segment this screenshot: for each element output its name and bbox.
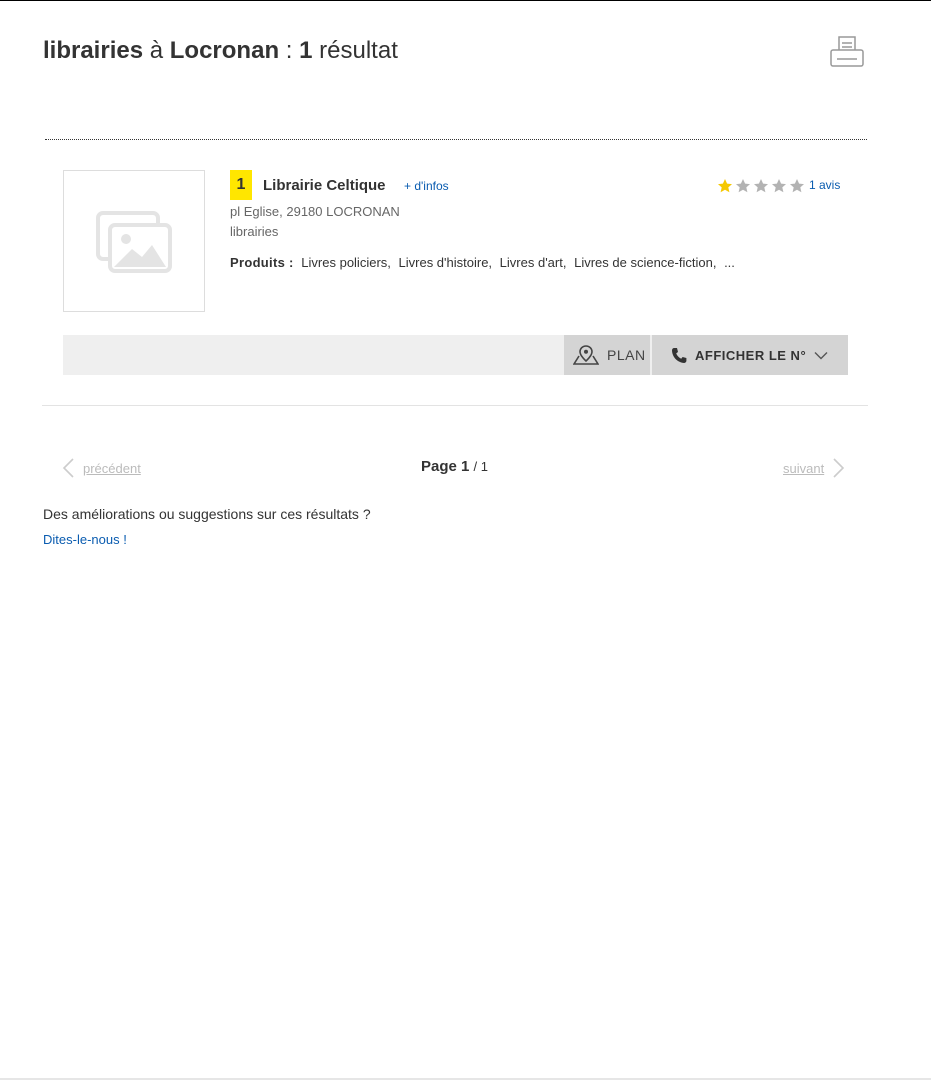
page-title: librairies à Locronan : 1 résultat [43,34,398,68]
result-rank-badge: 1 [230,170,252,200]
map-pin-icon [573,345,599,365]
page-indicator: Page 1 / 1 [421,458,488,475]
chevron-left-icon [62,458,74,478]
show-phone-button[interactable]: AFFICHER LE N° [652,335,848,375]
result-thumbnail[interactable] [63,170,205,312]
print-icon [830,36,864,67]
page-word: Page [421,458,457,475]
star-icon [789,178,805,194]
next-page-link[interactable]: suivant [783,458,845,478]
business-address: pl Eglise, 29180 LOCRONAN [230,204,400,219]
products-label: Produits : [230,255,294,270]
product-item: Livres d'art, [499,255,567,270]
feedback-question: Des améliorations ou suggestions sur ces… [43,506,371,522]
image-placeholder-icon [96,211,172,273]
rating-stars [717,178,805,194]
product-item: Livres policiers, [301,255,391,270]
dotted-divider [45,139,867,140]
more-info-link[interactable]: + d'infos [404,179,449,193]
title-count: 1 [299,37,313,64]
title-preposition: à [149,37,164,64]
plan-label: PLAN [607,347,646,363]
chevron-down-icon [814,351,828,359]
product-item: Livres d'histoire, [398,255,493,270]
previous-page-link[interactable]: précédent [62,458,141,478]
title-location: Locronan [169,37,280,64]
feedback-link[interactable]: Dites-le-nous ! [43,532,127,547]
title-separator: : [285,37,293,64]
business-category: librairies [230,224,279,239]
show-phone-label: AFFICHER LE N° [695,347,807,363]
business-name-link[interactable]: Librairie Celtique [263,177,386,194]
previous-label: précédent [83,460,141,476]
products-line: Produits : Livres policiers, Livres d'hi… [230,255,735,270]
total-pages: / 1 [473,459,489,474]
reviews-link[interactable]: 1 avis [809,178,840,192]
phone-icon [672,347,687,363]
top-border [0,0,931,1]
product-item: Livres de science-fiction, [574,255,717,270]
title-count-label: résultat [319,37,398,64]
print-button[interactable] [829,36,865,68]
products-more: ... [724,255,735,270]
results-divider [42,405,868,406]
star-icon [753,178,769,194]
plan-button[interactable]: PLAN [564,335,650,375]
next-label: suivant [783,460,825,476]
star-icon [771,178,787,194]
star-icon [717,178,733,194]
current-page: 1 [461,458,470,475]
star-icon [735,178,751,194]
chevron-right-icon [833,458,845,478]
title-activity: librairies [43,37,144,64]
